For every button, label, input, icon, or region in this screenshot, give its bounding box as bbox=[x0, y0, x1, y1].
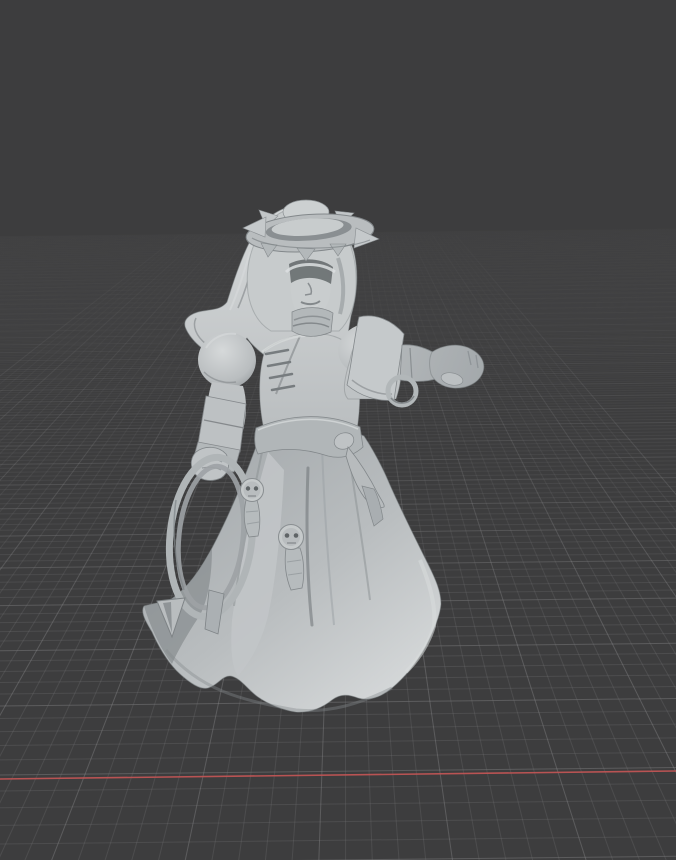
skull-eye bbox=[246, 486, 250, 490]
skull-eye bbox=[254, 486, 258, 490]
skull-eye bbox=[285, 533, 290, 538]
viewport-3d[interactable] bbox=[0, 0, 676, 860]
neck-wrap[interactable] bbox=[292, 308, 333, 337]
medallion-tab bbox=[244, 500, 259, 537]
skull-eye bbox=[294, 533, 299, 538]
